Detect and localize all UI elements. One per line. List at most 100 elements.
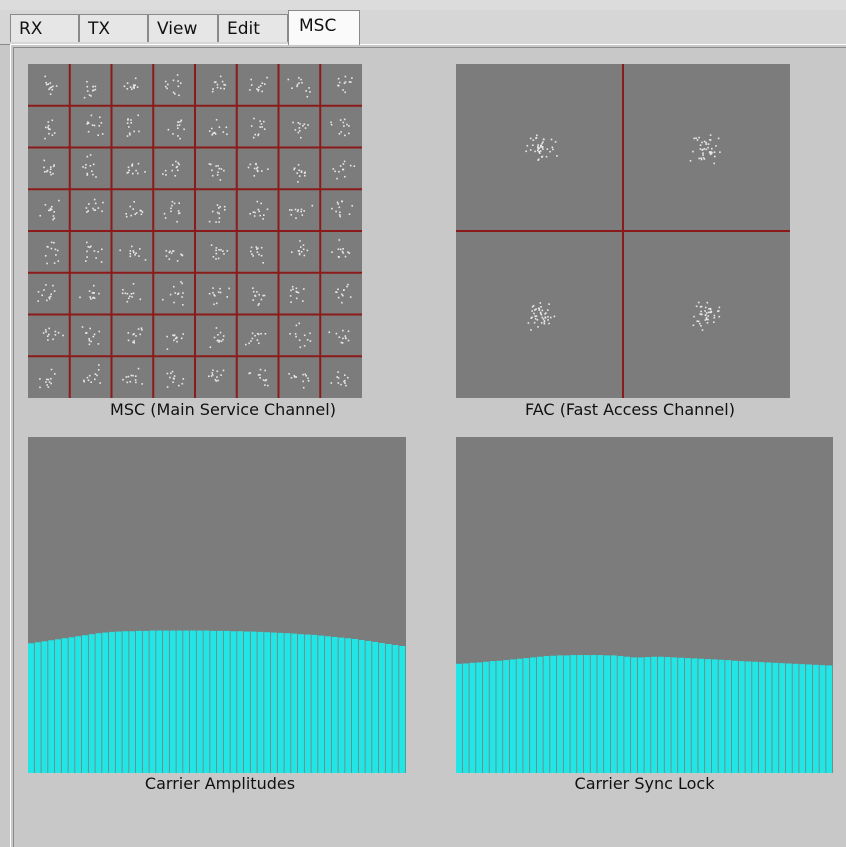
constellation-point — [259, 126, 261, 128]
constellation-point — [266, 208, 269, 211]
constellation-point — [44, 255, 47, 257]
constellation-point — [701, 329, 704, 331]
constellation-point — [251, 337, 254, 340]
constellation-point — [253, 117, 255, 120]
constellation-point — [222, 335, 225, 337]
constellation-point — [330, 382, 333, 384]
constellation-point — [336, 177, 338, 180]
constellation-point — [343, 118, 346, 121]
constellation-point — [300, 246, 302, 248]
constellation-point — [46, 299, 48, 302]
constellation-point — [250, 78, 252, 81]
constellation-point — [125, 215, 128, 218]
constellation-point — [211, 210, 214, 213]
constellation-point — [706, 301, 709, 304]
constellation-point — [86, 174, 89, 176]
constellation-point — [212, 292, 214, 294]
constellation-point — [553, 315, 556, 318]
constellation-point — [85, 332, 87, 334]
constellation-point — [129, 255, 132, 258]
constellation-point — [178, 202, 180, 204]
constellation-point — [56, 249, 59, 252]
constellation-point — [215, 252, 218, 255]
constellation-point — [302, 373, 304, 376]
constellation-point — [537, 146, 539, 148]
constellation-point — [96, 374, 98, 377]
constellation-point — [261, 126, 263, 128]
constellation-point — [90, 95, 92, 97]
constellation-point — [253, 215, 256, 217]
constellation-point — [264, 369, 266, 372]
tab-edit[interactable]: Edit — [218, 14, 288, 42]
constellation-point — [92, 335, 95, 338]
fac-caption: FAC (Fast Access Channel) — [525, 400, 735, 419]
constellation-point — [98, 292, 100, 295]
carrier-bar — [277, 632, 284, 773]
constellation-point — [295, 217, 297, 219]
constellation-point — [218, 249, 220, 251]
constellation-point — [254, 295, 257, 297]
constellation-point — [307, 377, 309, 380]
carrier-bar — [758, 662, 765, 773]
constellation-point — [181, 296, 183, 298]
carrier-bar — [543, 656, 550, 773]
constellation-point — [347, 339, 350, 342]
constellation-point — [341, 250, 344, 253]
constellation-point — [707, 311, 710, 314]
constellation-point — [166, 335, 168, 338]
constellation-point — [127, 339, 130, 342]
constellation-point — [48, 88, 50, 91]
constellation-point — [216, 204, 219, 206]
constellation-point — [340, 383, 342, 386]
tab-tx[interactable]: TX — [79, 14, 148, 42]
constellation-point — [130, 119, 132, 121]
constellation-point — [134, 77, 137, 80]
constellation-point — [39, 378, 41, 380]
carrier-bar — [644, 657, 651, 773]
constellation-point — [251, 332, 254, 335]
constellation-point — [166, 348, 169, 350]
constellation-point — [219, 75, 222, 78]
constellation-point — [122, 378, 124, 381]
constellation-point — [308, 87, 310, 89]
constellation-point — [298, 175, 301, 177]
constellation-point — [346, 123, 348, 126]
constellation-point — [291, 87, 293, 89]
constellation-point — [542, 318, 545, 320]
constellation-point — [216, 174, 219, 176]
carrier-bar — [122, 631, 129, 773]
constellation-point — [183, 128, 185, 131]
constellation-point — [170, 210, 172, 213]
tab-msc[interactable]: MSC — [288, 10, 360, 45]
constellation-point — [266, 76, 268, 79]
constellation-point — [57, 331, 60, 334]
constellation-point — [139, 248, 141, 250]
constellation-point — [337, 382, 340, 384]
constellation-point — [217, 291, 220, 293]
carrier-bar — [732, 660, 738, 773]
tab-rx[interactable]: RX — [10, 14, 79, 42]
constellation-point — [301, 214, 304, 216]
constellation-point — [259, 120, 261, 122]
constellation-point — [259, 368, 262, 371]
carrier-bar — [772, 662, 779, 773]
constellation-point — [220, 249, 222, 251]
constellation-point — [87, 121, 89, 123]
constellation-point — [163, 212, 166, 215]
constellation-point — [704, 310, 706, 312]
constellation-point — [53, 241, 55, 244]
constellation-point — [258, 210, 260, 213]
constellation-point — [704, 314, 707, 317]
constellation-point — [98, 330, 101, 333]
constellation-point — [342, 329, 344, 332]
constellation-point — [94, 209, 97, 211]
constellation-point — [537, 307, 540, 310]
constellation-point — [250, 250, 252, 253]
constellation-point — [350, 81, 352, 83]
constellation-point — [178, 94, 180, 97]
tab-view[interactable]: View — [148, 14, 218, 42]
constellation-point — [223, 87, 225, 90]
constellation-point — [695, 137, 697, 139]
carrier-bar — [264, 632, 271, 773]
constellation-point — [132, 208, 134, 210]
